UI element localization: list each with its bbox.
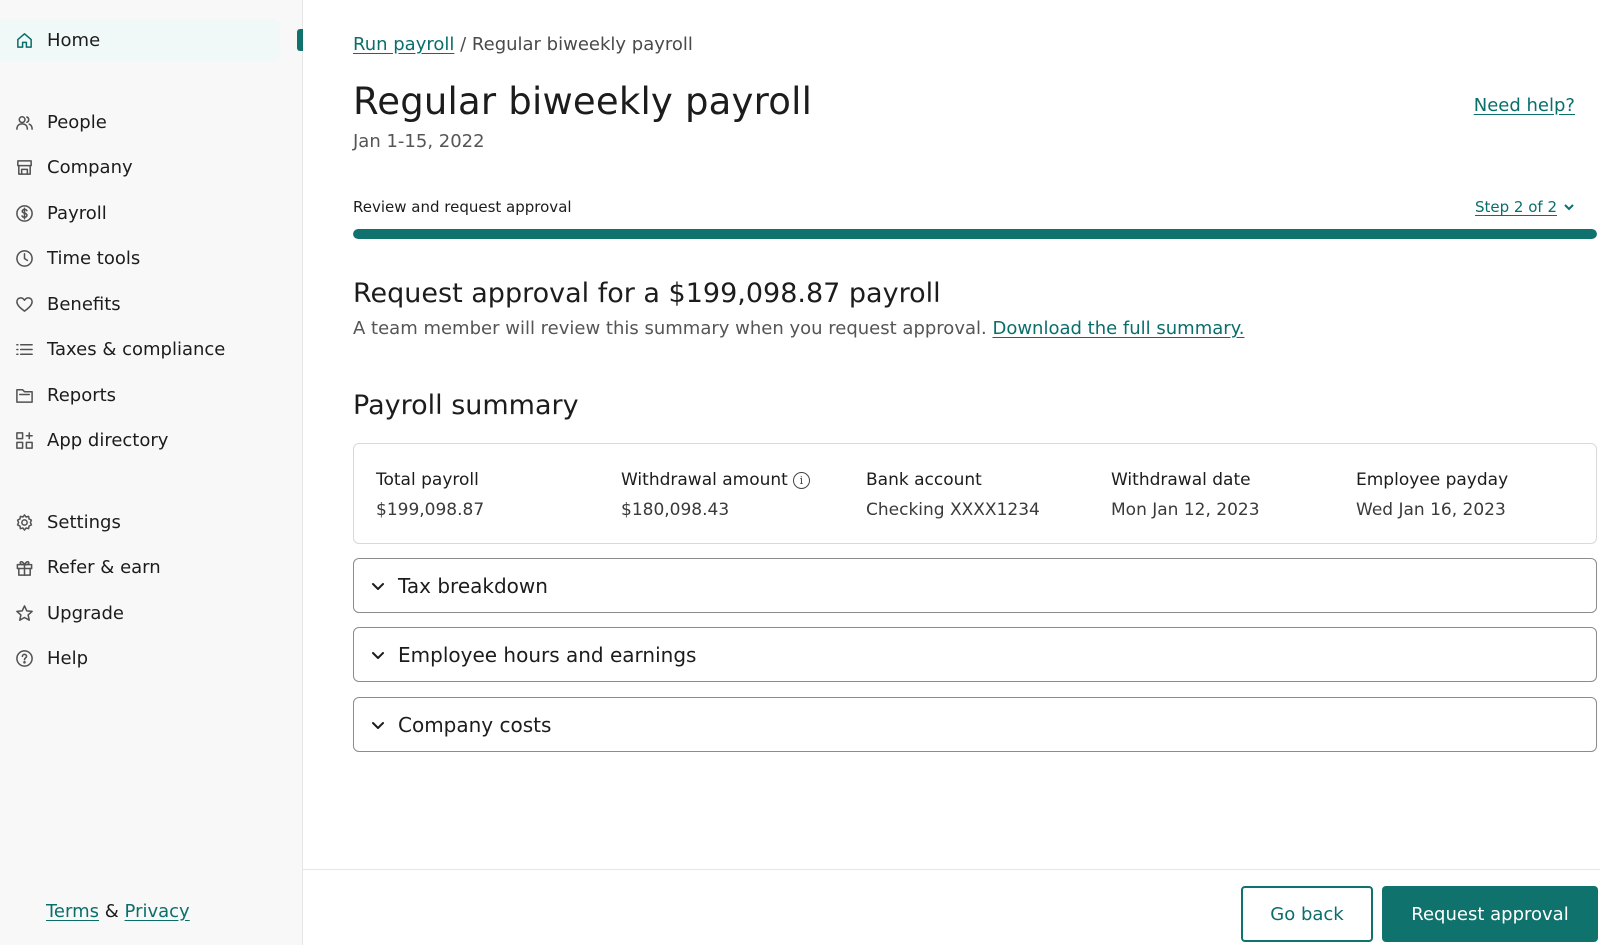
sidebar-item-label: Time tools [47,247,141,269]
chevron-down-icon [370,717,386,733]
stat-label: Employee payday [1356,470,1509,490]
step-dropdown[interactable]: Step 2 of 2 [1475,198,1575,216]
stat-label: Total payroll [376,470,479,490]
sidebar-item-reports[interactable]: Reports [0,374,303,416]
chevron-down-icon [1564,204,1574,211]
breadcrumb-run-payroll-link[interactable]: Run payroll [353,34,454,55]
accordion-label: Tax breakdown [398,573,548,598]
apps-grid-icon [14,430,34,450]
pay-period: Jan 1-15, 2022 [353,131,485,152]
people-icon [14,112,34,132]
sidebar-item-label: Refer & earn [47,556,161,578]
stat-value: Checking XXXX1234 [866,500,1040,520]
sidebar-footer: Terms & Privacy [46,901,190,922]
stat-total-payroll: Total payroll $199,098.87 [376,470,484,520]
list-icon [14,339,34,359]
stat-value: Wed Jan 16, 2023 [1356,500,1506,520]
store-icon [14,157,34,177]
sidebar-item-label: Upgrade [47,602,124,624]
sidebar-item-label: Payroll [47,202,107,224]
clock-icon [14,248,34,268]
chevron-down-icon [370,578,386,594]
payroll-summary-card: Total payroll $199,098.87 Withdrawal amo… [353,443,1597,544]
breadcrumb-current: Regular biweekly payroll [471,34,693,55]
sidebar-item-settings[interactable]: Settings [0,501,303,543]
stat-value: Mon Jan 12, 2023 [1111,500,1260,520]
gear-icon [14,512,34,532]
folder-icon [14,385,34,405]
heart-icon [14,294,34,314]
download-summary-link[interactable]: Download the full summary. [992,318,1244,339]
sidebar-item-label: Company [47,156,133,178]
stat-label: Withdrawal amount [621,470,788,490]
footer-separator: & [104,901,119,922]
stat-label-row: Withdrawal amount i [621,470,810,490]
chevron-down-icon [370,647,386,663]
action-bar: Go back Request approval [303,869,1600,945]
accordion-tax-breakdown[interactable]: Tax breakdown [353,558,1597,613]
active-indicator [297,29,303,51]
payroll-summary-title: Payroll summary [353,390,579,421]
sidebar-item-label: Benefits [47,293,121,315]
page-title: Regular biweekly payroll [353,80,813,123]
question-circle-icon [14,648,34,668]
accordion-employee-hours[interactable]: Employee hours and earnings [353,627,1597,682]
star-icon [14,603,34,623]
sidebar-item-taxes-compliance[interactable]: Taxes & compliance [0,328,303,370]
stat-employee-payday: Employee payday Wed Jan 16, 2023 [1356,470,1508,520]
stat-label: Bank account [866,470,982,490]
accordion-label: Company costs [398,712,552,737]
progress-fill [353,229,1597,239]
sidebar-item-payroll[interactable]: Payroll [0,192,303,234]
stat-value: $180,098.43 [621,500,730,520]
sidebar-item-benefits[interactable]: Benefits [0,283,303,325]
stat-label: Withdrawal date [1111,470,1251,490]
sidebar-item-people[interactable]: People [0,101,303,143]
sidebar-item-label: Reports [47,384,117,406]
sidebar-item-company[interactable]: Company [0,146,303,188]
accordion-company-costs[interactable]: Company costs [353,697,1597,752]
sidebar-item-home[interactable]: Home [0,19,280,61]
step-count: Step 2 of 2 [1474,198,1557,216]
sidebar-item-label: People [47,111,107,133]
sidebar: Home People Company Payroll Time tools B… [0,0,303,945]
need-help-link[interactable]: Need help? [1474,95,1575,116]
breadcrumb: Run payroll / Regular biweekly payroll [353,34,693,55]
info-icon[interactable]: i [792,471,810,489]
sidebar-item-help[interactable]: Help [0,637,303,679]
sidebar-item-upgrade[interactable]: Upgrade [0,592,303,634]
accordion-label: Employee hours and earnings [398,642,697,667]
home-icon [14,30,34,50]
sidebar-item-app-directory[interactable]: App directory [0,419,303,461]
approval-description-text: A team member will review this summary w… [353,318,987,339]
stat-withdrawal-amount: Withdrawal amount i $180,098.43 [621,470,810,520]
approval-description: A team member will review this summary w… [353,318,1244,339]
sidebar-item-label: Settings [47,511,121,533]
sidebar-item-time-tools[interactable]: Time tools [0,237,303,279]
terms-link[interactable]: Terms [46,901,99,922]
privacy-link[interactable]: Privacy [125,901,190,922]
sidebar-item-label: Home [47,29,101,51]
breadcrumb-separator: / [460,34,467,55]
dollar-circle-icon [14,203,34,223]
stat-value: $199,098.87 [376,500,485,520]
stat-withdrawal-date: Withdrawal date Mon Jan 12, 2023 [1111,470,1260,520]
step-label: Review and request approval [353,198,572,216]
sidebar-item-refer-earn[interactable]: Refer & earn [0,546,303,588]
stat-bank-account: Bank account Checking XXXX1234 [866,470,1040,520]
sidebar-item-label: Taxes & compliance [47,338,226,360]
sidebar-item-label: App directory [47,429,169,451]
progress-bar [353,229,1597,239]
sidebar-item-label: Help [47,647,89,669]
approval-title: Request approval for a $199,098.87 payro… [353,278,941,309]
go-back-button[interactable]: Go back [1241,886,1373,942]
gift-icon [14,557,34,577]
request-approval-button[interactable]: Request approval [1382,886,1598,942]
